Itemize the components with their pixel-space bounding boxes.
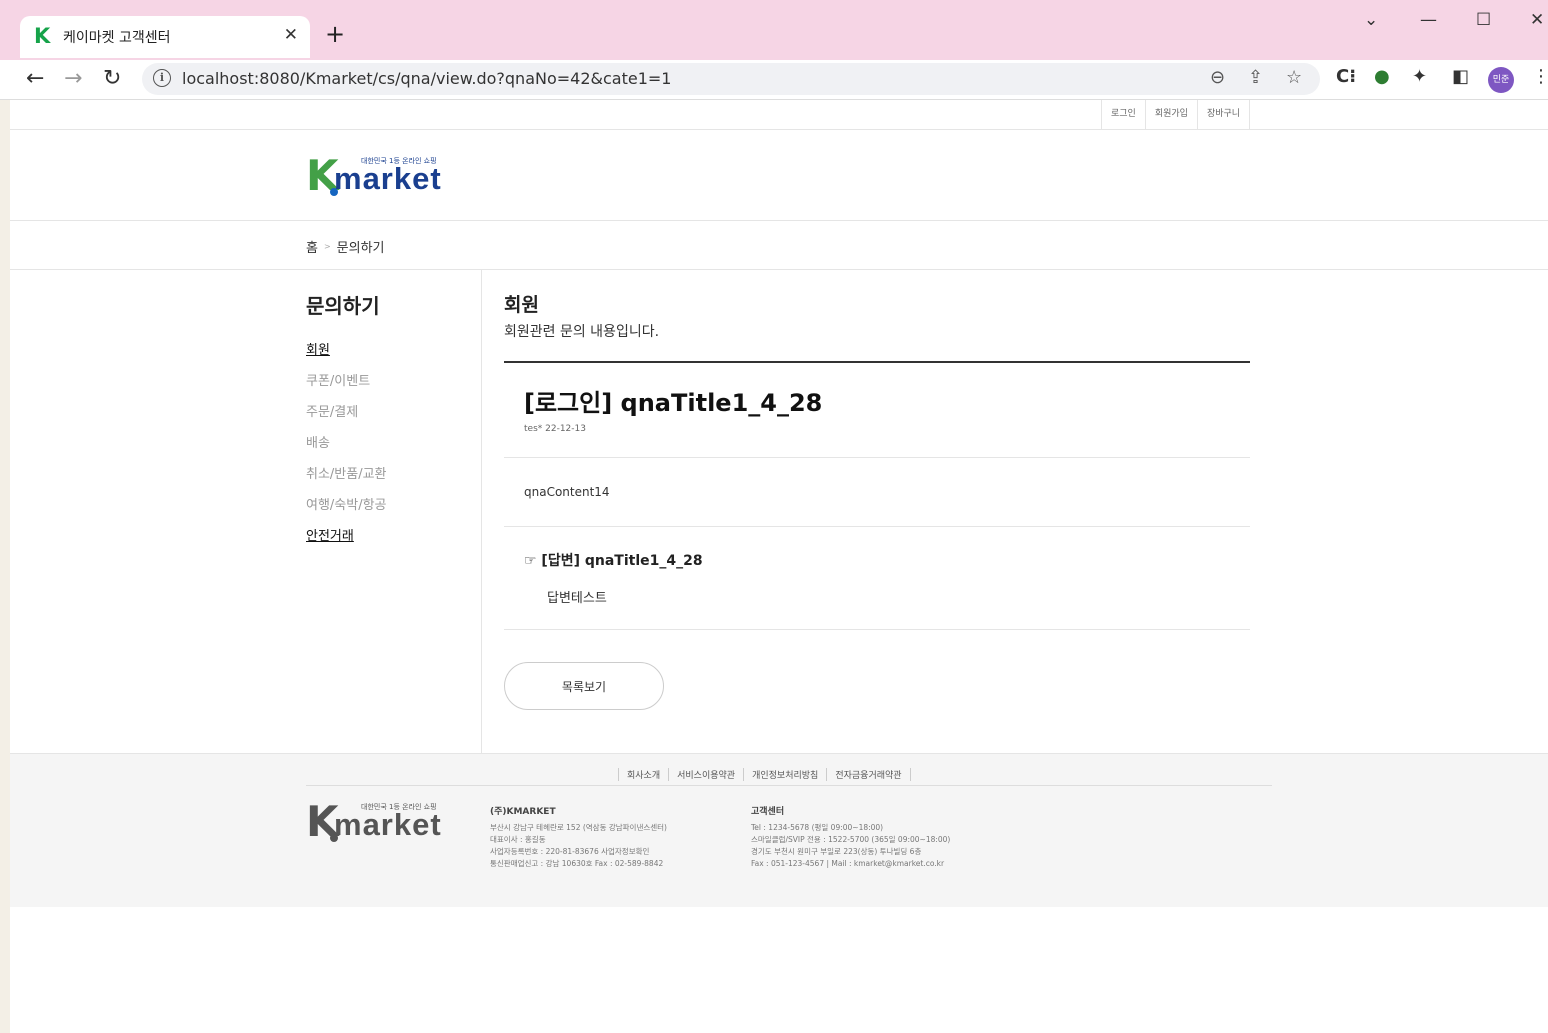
sidebar-item-travel[interactable]: 여행/숙박/항공 <box>306 494 476 525</box>
cart-link[interactable]: 장바구니 <box>1198 100 1251 129</box>
menu-kebab-icon[interactable]: ⋮ <box>1532 66 1548 87</box>
header-divider <box>504 361 1250 363</box>
top-utility-bar: 로그인 회원가입 장바구니 <box>10 100 1548 130</box>
cs-line: Tel : 1234-5678 (평일 09:00~18:00) <box>751 823 884 832</box>
sidebar-item-order-payment[interactable]: 주문/결제 <box>306 401 476 432</box>
profile-avatar[interactable]: 민준 <box>1488 67 1514 93</box>
customer-center-info: 고객센터 Tel : 1234-5678 (평일 09:00~18:00) 스마… <box>751 806 950 870</box>
list-view-button[interactable]: 목록보기 <box>504 662 664 710</box>
extension-globe-icon[interactable]: ● <box>1374 66 1390 87</box>
answer-body: 답변테스트 <box>547 591 607 606</box>
site-footer: 회사소개 서비스이용약관 개인정보처리방침 전자금융거래약관 K 대한민국 1등… <box>10 753 1548 907</box>
qna-meta: tes* 22-12-13 <box>524 424 586 434</box>
site-header: K 대한민국 1등 온라인 쇼핑 market <box>10 130 1548 221</box>
footer-link-efinance[interactable]: 전자금융거래약관 <box>827 768 911 781</box>
company-name: (주)KMARKET <box>490 807 556 817</box>
page-viewport: 로그인 회원가입 장바구니 K 대한민국 1등 온라인 쇼핑 market 홈 … <box>10 100 1548 1033</box>
reload-icon[interactable]: ↻ <box>103 66 121 91</box>
url-text[interactable]: localhost:8080/Kmarket/cs/qna/view.do?qn… <box>182 69 671 88</box>
breadcrumb-current[interactable]: 문의하기 <box>337 237 385 256</box>
cs-line: 경기도 부천시 원미구 부일로 223(상동) 투나빌딩 6층 <box>751 847 922 856</box>
answer-divider <box>504 629 1250 630</box>
browser-tab-strip: K 케이마켓 고객센터 ✕ + ⌄ — ☐ ✕ <box>0 0 1548 60</box>
sidebar-title: 문의하기 <box>306 294 380 318</box>
sidebar-item-coupon-event[interactable]: 쿠폰/이벤트 <box>306 370 476 401</box>
close-tab-icon[interactable]: ✕ <box>284 25 298 45</box>
maximize-icon[interactable]: ☐ <box>1476 10 1491 30</box>
kmarket-logo[interactable]: K 대한민국 1등 온라인 쇼핑 market <box>306 154 456 200</box>
kmarket-favicon-icon: K <box>34 24 51 48</box>
minimize-icon[interactable]: — <box>1420 10 1437 30</box>
zoom-icon[interactable]: ⊖ <box>1210 67 1225 88</box>
footer-link-terms[interactable]: 서비스이용약관 <box>669 768 745 781</box>
footer-link-privacy[interactable]: 개인정보처리방침 <box>744 768 828 781</box>
sidebar-item-member[interactable]: 회원 <box>306 339 476 370</box>
category-title: 회원 <box>504 294 539 316</box>
browser-tab[interactable]: K 케이마켓 고객센터 ✕ <box>20 16 310 58</box>
category-description: 회원관련 문의 내용입니다. <box>504 324 660 340</box>
footer-logo-wordmark: market <box>334 807 442 842</box>
qna-title: [로그인] qnaTitle1_4_28 <box>524 389 823 417</box>
sidebar-divider <box>481 270 482 753</box>
body-divider <box>504 526 1250 527</box>
sidebar-item-delivery[interactable]: 배송 <box>306 432 476 463</box>
signup-link[interactable]: 회원가입 <box>1146 100 1198 129</box>
logo-wordmark: market <box>334 161 442 196</box>
answer-title: ☞ [답변] qnaTitle1_4_28 <box>524 553 703 569</box>
company-line: 사업자등록번호 : 220-81-83676 사업자정보확인 <box>490 847 650 856</box>
company-line: 통신판매업신고 : 강남 10630호 Fax : 02-589-8842 <box>490 859 664 868</box>
sidebar-item-cancel-return[interactable]: 취소/반품/교환 <box>306 463 476 494</box>
qna-view: 회원 회원관련 문의 내용입니다. [로그인] qnaTitle1_4_28 t… <box>504 290 1250 710</box>
cs-line: 스마일클럽/SVIP 전용 : 1522-5700 (365일 09:00~18… <box>751 835 951 844</box>
breadcrumb: 홈 > 문의하기 <box>306 237 385 256</box>
tab-search-chevron-icon[interactable]: ⌄ <box>1364 10 1378 30</box>
customer-center-name: 고객센터 <box>751 807 785 817</box>
breadcrumb-bar: 홈 > 문의하기 <box>10 221 1548 270</box>
footer-links: 회사소개 서비스이용약관 개인정보처리방침 전자금융거래약관 <box>618 768 911 781</box>
share-icon[interactable]: ⇪ <box>1248 67 1263 88</box>
side-panel-icon[interactable]: ◧ <box>1452 66 1469 87</box>
top-links: 로그인 회원가입 장바구니 <box>1101 100 1251 129</box>
site-info-icon[interactable]: i <box>153 69 171 87</box>
address-bar[interactable]: i localhost:8080/Kmarket/cs/qna/view.do?… <box>142 63 1320 95</box>
browser-toolbar: ← → ↻ i localhost:8080/Kmarket/cs/qna/vi… <box>0 60 1548 100</box>
footer-logo: K 대한민국 1등 온라인 쇼핑 market <box>306 800 456 846</box>
bookmark-star-icon[interactable]: ☆ <box>1286 67 1302 88</box>
breadcrumb-home[interactable]: 홈 <box>306 237 318 256</box>
qna-body: qnaContent14 <box>524 485 610 499</box>
footer-link-about[interactable]: 회사소개 <box>619 768 670 781</box>
cs-sidebar: 문의하기 회원 쿠폰/이벤트 주문/결제 배송 취소/반품/교환 여행/숙박/항… <box>306 290 476 556</box>
cs-line: Fax : 051-123-4567 | Mail : kmarket@kmar… <box>751 859 945 868</box>
forward-arrow-icon[interactable]: → <box>64 66 82 91</box>
close-window-icon[interactable]: ✕ <box>1530 10 1544 30</box>
title-divider <box>504 457 1250 458</box>
company-info: (주)KMARKET 부산시 강남구 테헤란로 152 (역삼동 강남파이낸스센… <box>490 806 667 870</box>
back-arrow-icon[interactable]: ← <box>26 66 44 91</box>
login-link[interactable]: 로그인 <box>1102 100 1146 129</box>
breadcrumb-separator-icon: > <box>323 242 331 251</box>
new-tab-plus-icon[interactable]: + <box>325 20 345 48</box>
sidebar-item-safe-trade[interactable]: 안전거래 <box>306 525 476 556</box>
company-line: 대표이사 : 홍길동 <box>490 835 546 844</box>
footer-divider <box>306 785 1272 786</box>
extension-c-icon[interactable]: C⁝ <box>1336 66 1356 87</box>
extensions-puzzle-icon[interactable]: ✦ <box>1412 66 1427 87</box>
tab-title: 케이마켓 고객센터 <box>63 30 171 46</box>
company-line: 부산시 강남구 테헤란로 152 (역삼동 강남파이낸스센터) <box>490 823 667 832</box>
